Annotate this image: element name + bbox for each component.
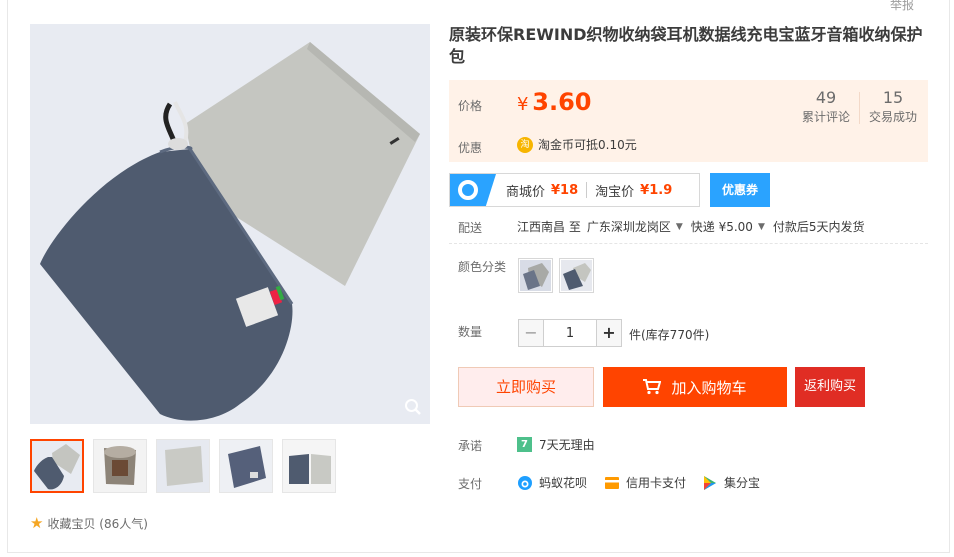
taobao-price-label: 淘宝价 [595, 184, 635, 200]
payment-huabei[interactable]: 蚂蚁花呗 [517, 474, 587, 491]
credit-card-icon [605, 476, 619, 489]
stock-info: 件(库存770件) [629, 328, 710, 342]
chevron-down-icon[interactable]: ▼ [676, 222, 683, 232]
promise-label: 承诺 [458, 439, 483, 453]
sold-label: 交易成功 [868, 110, 917, 124]
price-compare-bar[interactable]: 商城价 ¥18 淘宝价 ¥1.9 [449, 173, 700, 207]
cart-icon [643, 379, 662, 395]
reviews-stat[interactable]: 49 累计评论 [799, 88, 853, 125]
compare-logo-icon [450, 174, 496, 206]
payment-label: 支付 [458, 477, 483, 491]
buy-now-button[interactable]: 立即购买 [458, 367, 594, 407]
payment-credit-card[interactable]: 信用卡支付 [604, 474, 686, 491]
sold-count: 15 [882, 88, 904, 107]
divider [449, 243, 928, 244]
zoom-icon[interactable] [404, 398, 422, 416]
jifenbao-icon [704, 475, 716, 490]
reviews-count: 49 [815, 88, 837, 107]
favorite-button[interactable]: ★ 收藏宝贝 (86人气) [30, 514, 148, 532]
promo-label: 优惠 [458, 141, 483, 155]
mall-price-label: 商城价 [506, 184, 546, 200]
payment-method-label: 蚂蚁花呗 [539, 476, 588, 490]
shipping-info: 江西南昌 至 广东深圳龙岗区 ▼ 快递 ¥5.00 ▼ 付款后5天内发货 [517, 218, 865, 235]
ship-to-select[interactable]: 广东深圳龙岗区 [587, 218, 671, 235]
increase-button[interactable]: + [596, 319, 622, 347]
color-option-light-grey[interactable] [518, 258, 553, 293]
promise-info[interactable]: 7 7天无理由 [517, 436, 595, 453]
star-icon: ★ [30, 514, 44, 532]
main-product-image[interactable] [30, 24, 430, 424]
huabei-icon [518, 475, 532, 490]
taobao-price-value: ¥1.9 [640, 182, 673, 198]
product-photo [30, 24, 430, 424]
promo-text: 淘金币可抵0.10元 [538, 138, 637, 152]
product-title: 原装环保REWIND织物收纳袋耳机数据线充电宝蓝牙音箱收纳保护包 [449, 25, 923, 66]
add-to-cart-button[interactable]: 加入购物车 [603, 367, 787, 407]
thumbnail-4[interactable] [219, 439, 273, 493]
thumbnail-strip [30, 439, 345, 493]
promise-text: 7天无理由 [539, 438, 595, 452]
decrease-button[interactable]: − [518, 319, 544, 347]
stat-divider [859, 92, 860, 124]
rebate-buy-button[interactable]: 返利购买 [795, 367, 865, 407]
promo-info: 淘 淘金币可抵0.10元 [517, 136, 637, 153]
taobao-coin-icon: 淘 [517, 136, 533, 153]
coupon-button[interactable]: 优惠券 [710, 173, 770, 207]
quantity-stepper: − + [518, 319, 622, 347]
chevron-down-icon[interactable]: ▼ [758, 222, 765, 232]
price-value: ¥ 3.60 [517, 88, 592, 116]
currency-symbol: ¥ [517, 94, 529, 115]
shipping-label: 配送 [458, 221, 483, 235]
thumbnail-3[interactable] [156, 439, 210, 493]
color-option-dark-blue[interactable] [559, 258, 594, 293]
price-amount: 3.60 [532, 88, 592, 116]
thumbnail-2[interactable] [93, 439, 147, 493]
payment-jifenbao[interactable]: 集分宝 [702, 474, 760, 491]
mall-price-value: ¥18 [551, 182, 579, 198]
quantity-label: 数量 [458, 325, 483, 339]
payment-method-label: 信用卡支付 [626, 476, 687, 490]
sold-stat: 15 交易成功 [866, 88, 920, 125]
favorite-label: 收藏宝贝 (86人气) [47, 516, 148, 531]
delivery-time: 付款后5天内发货 [772, 220, 865, 234]
seven-day-return-icon: 7 [517, 437, 532, 452]
ship-from: 江西南昌 至 [517, 220, 581, 234]
ship-method-select[interactable]: 快递 ¥5.00 [691, 218, 753, 235]
thumbnail-1[interactable] [30, 439, 84, 493]
quantity-input[interactable] [544, 319, 596, 347]
mall-price: 商城价 ¥18 [506, 181, 578, 200]
compare-divider [586, 182, 588, 198]
taobao-price: 淘宝价 ¥1.9 [595, 181, 672, 200]
price-box: 价格 ¥ 3.60 49 累计评论 15 交易成功 优惠 淘 淘金币可抵0.10… [449, 80, 928, 162]
add-to-cart-label: 加入购物车 [671, 378, 747, 397]
price-label: 价格 [458, 99, 483, 113]
reviews-label: 累计评论 [801, 110, 850, 124]
report-link[interactable]: 举报 [890, 0, 914, 13]
payment-method-label: 集分宝 [724, 476, 761, 490]
thumbnail-5[interactable] [282, 439, 336, 493]
color-label: 颜色分类 [458, 260, 507, 274]
